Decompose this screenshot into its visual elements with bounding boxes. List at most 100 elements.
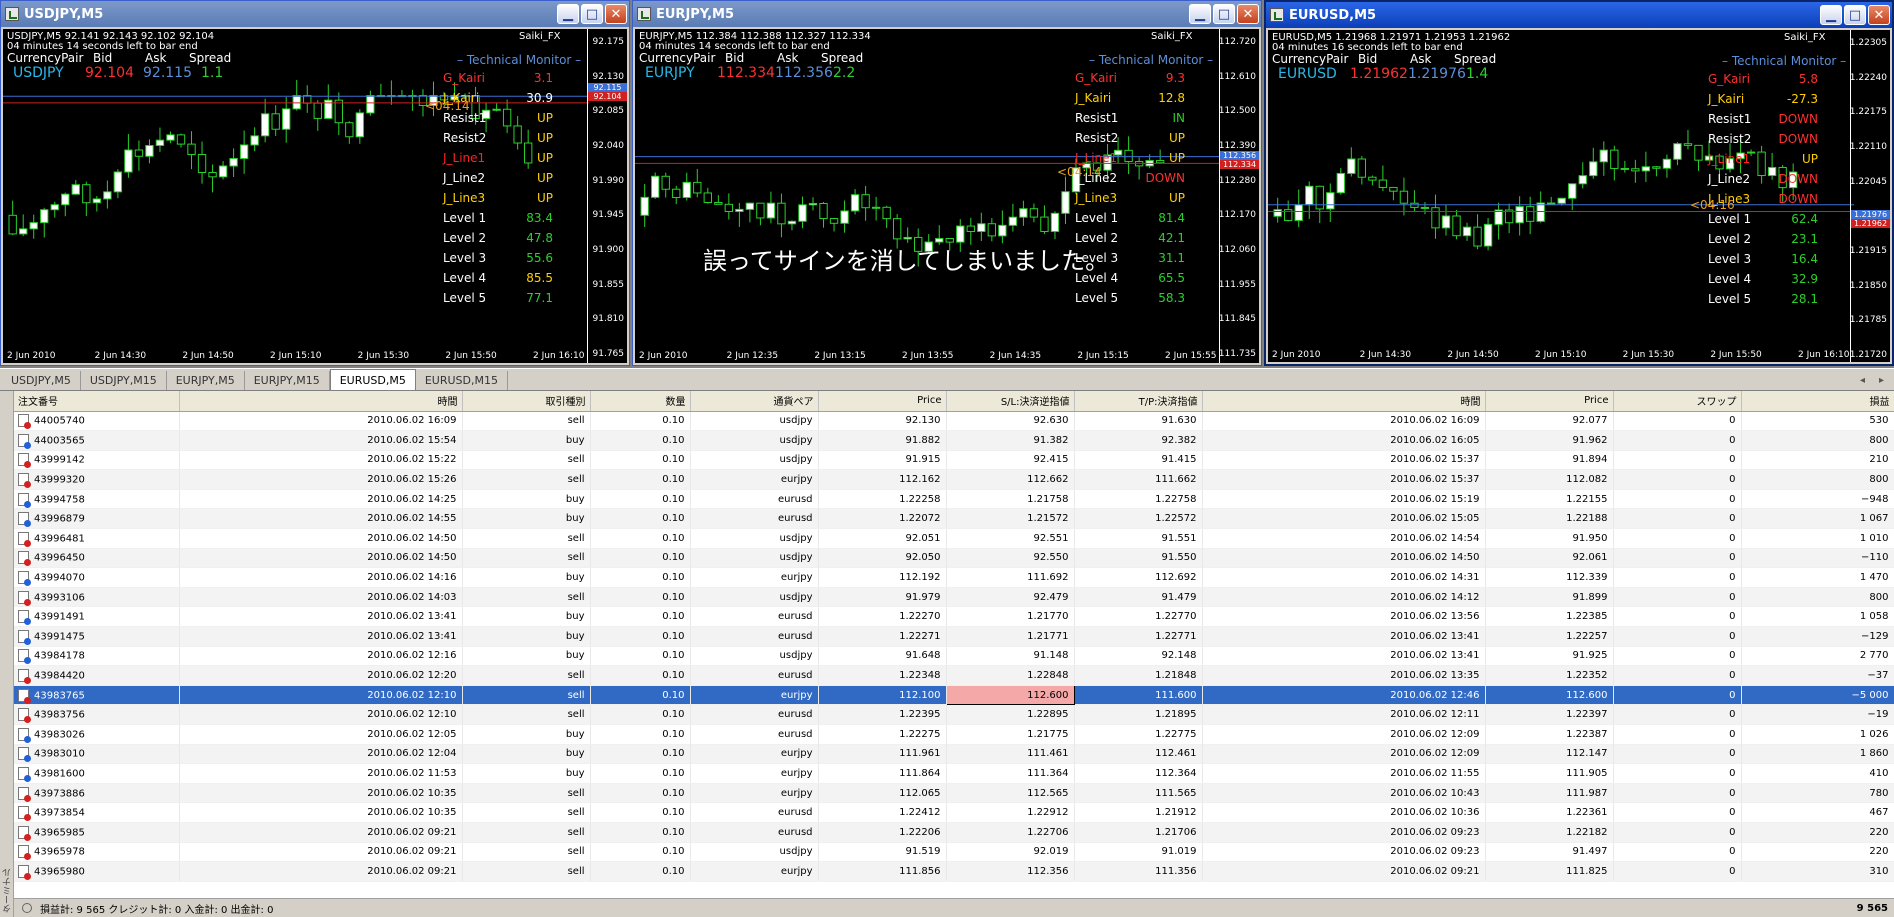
price-axis[interactable]: 112.720 112.610 112.500 112.390 112.280 112.1… — [1219, 29, 1259, 363]
monitor-value: UP — [536, 171, 553, 185]
table-row[interactable]: 43994070 2010.06.02 14:16 buy 0.10 eurjpy 112… — [14, 567, 1894, 588]
table-cell: 91.497 — [1485, 842, 1614, 863]
tab-scroll-left-icon[interactable]: ◂ — [1860, 375, 1865, 386]
table-cell: 91.925 — [1485, 646, 1614, 667]
order-number: 44005740 — [34, 415, 85, 427]
candle-body — [1568, 183, 1577, 199]
tab-eurusd-m15[interactable]: EURUSD,M15 — [416, 371, 508, 390]
table-cell: 1.21572 — [946, 508, 1075, 530]
quote-pair: EURJPY — [645, 65, 695, 81]
column-header[interactable]: 取引種別 — [462, 391, 591, 412]
table-row[interactable]: 43983765 2010.06.02 12:10 sell 0.10 eurjpy 11… — [14, 684, 1894, 706]
table-row[interactable]: 43991491 2010.06.02 13:41 buy 0.10 eurusd 1.2… — [14, 606, 1894, 628]
column-header[interactable]: S/L:決済逆指値 — [946, 391, 1075, 412]
chart-window-w3[interactable]: EURUSD,M5 ▁ □ ✕ EURUSD,M5 1.21968 1.21971 1.… — [1264, 0, 1894, 366]
terminal-side-strip[interactable]: ターミナル — [0, 391, 14, 917]
column-header[interactable]: Price — [818, 391, 947, 412]
monitor-label: Level 3 — [443, 251, 487, 265]
column-header[interactable]: T/P:決済指値 — [1074, 391, 1203, 412]
order-number: 43973854 — [34, 807, 85, 819]
maximize-button[interactable]: □ — [581, 4, 603, 24]
table-row[interactable]: 43999142 2010.06.02 15:22 sell 0.10 usdjpy 91… — [14, 450, 1894, 471]
tab-eurjpy-m15[interactable]: EURJPY,M15 — [245, 371, 330, 390]
tab-eurjpy-m5[interactable]: EURJPY,M5 — [167, 371, 245, 390]
table-row[interactable]: 43996879 2010.06.02 14:55 buy 0.10 eurusd 1.2… — [14, 508, 1894, 530]
table-row[interactable]: 43996450 2010.06.02 14:50 sell 0.10 usdjpy 92… — [14, 548, 1894, 569]
table-cell: 44003565 — [14, 430, 180, 451]
column-header[interactable]: 通貨ペア — [690, 391, 819, 412]
price-tick-label: 111.735 — [1218, 349, 1256, 359]
order-number: 43993106 — [34, 592, 85, 604]
candle-body — [282, 108, 291, 130]
minimize-button[interactable]: ▁ — [1820, 5, 1842, 25]
price-tick-label: 92.175 — [592, 37, 625, 47]
quote-bid: 1.21962 — [1350, 66, 1408, 82]
table-cell: sell — [462, 528, 591, 549]
table-row[interactable]: 43991475 2010.06.02 13:41 buy 0.10 eurusd 1.2… — [14, 626, 1894, 647]
time-tick-label: 2 Jun 13:15 — [814, 351, 866, 361]
table-cell: 112.065 — [818, 783, 947, 804]
maximize-button[interactable]: □ — [1844, 5, 1866, 25]
price-tick-label: 1.22305 — [1849, 38, 1887, 48]
tab-usdjpy-m5[interactable]: USDJPY,M5 — [2, 371, 81, 390]
close-button[interactable]: ✕ — [605, 4, 627, 24]
order-buy-icon — [18, 571, 31, 587]
table-cell: 1.22072 — [818, 508, 947, 530]
table-cell: 0.10 — [590, 469, 691, 490]
window-titlebar[interactable]: EURJPY,M5 ▁ □ ✕ — [633, 1, 1261, 27]
price-chart[interactable]: EURJPY,M5 112.384 112.388 112.327 112.33… — [635, 29, 1259, 363]
table-row[interactable]: 43994758 2010.06.02 14:25 buy 0.10 eurusd 1.2… — [14, 489, 1894, 510]
table-row[interactable]: 43983026 2010.06.02 12:05 buy 0.10 eurusd 1.2… — [14, 724, 1894, 745]
chart-window-w2[interactable]: EURJPY,M5 ▁ □ ✕ EURJPY,M5 112.384 112.388 11… — [632, 0, 1262, 366]
tab-usdjpy-m15[interactable]: USDJPY,M15 — [81, 371, 167, 390]
column-header[interactable]: 注文番号 — [14, 391, 180, 412]
price-chart[interactable]: EURUSD,M5 1.21968 1.21971 1.21953 1.2196… — [1268, 30, 1890, 362]
table-row[interactable]: 43984178 2010.06.02 12:16 buy 0.10 usdjpy 91.… — [14, 646, 1894, 667]
tab-scroll-right-icon[interactable]: ▸ — [1879, 375, 1884, 386]
table-cell: 310 — [1741, 861, 1894, 882]
table-cell: 2010.06.02 12:10 — [179, 685, 463, 706]
monitor-value: UP — [536, 151, 553, 165]
column-header[interactable]: Price — [1485, 391, 1614, 412]
table-row[interactable]: 43965985 2010.06.02 09:21 sell 0.10 eurusd 1.… — [14, 822, 1894, 843]
table-cell: 1.21758 — [946, 489, 1075, 510]
table-cell: 111.461 — [946, 744, 1075, 765]
table-cell: 43996481 — [14, 528, 180, 549]
table-cell: 2010.06.02 09:21 — [179, 861, 463, 882]
monitor-value: UP — [1168, 191, 1185, 205]
column-header[interactable]: 時間 — [1202, 391, 1486, 412]
table-row[interactable]: 43965978 2010.06.02 09:21 sell 0.10 usdjpy 91… — [14, 842, 1894, 863]
table-row[interactable]: 43999320 2010.06.02 15:26 sell 0.10 eurjpy 11… — [14, 469, 1894, 490]
table-row[interactable]: 43996481 2010.06.02 14:50 sell 0.10 usdjpy 92… — [14, 528, 1894, 549]
table-row[interactable]: 44005740 2010.06.02 16:09 sell 0.10 usdjpy 92… — [14, 411, 1894, 432]
column-header[interactable]: 数量 — [590, 391, 691, 412]
table-row[interactable]: 43983756 2010.06.02 12:10 sell 0.10 eurusd 1.… — [14, 704, 1894, 725]
table-row[interactable]: 43965980 2010.06.02 09:21 sell 0.10 eurjpy 11… — [14, 861, 1894, 882]
table-row[interactable]: 43983010 2010.06.02 12:04 buy 0.10 eurjpy 111… — [14, 744, 1894, 765]
close-button[interactable]: ✕ — [1237, 4, 1259, 24]
order-sell-icon — [18, 590, 31, 606]
table-row[interactable]: 43981600 2010.06.02 11:53 buy 0.10 eurjpy 111… — [14, 763, 1894, 784]
table-cell: usdjpy — [690, 548, 819, 569]
price-chart[interactable]: USDJPY,M5 92.141 92.143 92.102 92.104 04 … — [3, 29, 627, 363]
window-titlebar[interactable]: EURUSD,M5 ▁ □ ✕ — [1266, 2, 1892, 28]
table-row[interactable]: 43984420 2010.06.02 12:20 sell 0.10 eurusd 1.… — [14, 665, 1894, 686]
price-axis[interactable]: 92.175 92.130 92.085 92.040 91.990 91.945 91.9… — [587, 29, 627, 363]
window-titlebar[interactable]: USDJPY,M5 ▁ □ ✕ — [1, 1, 629, 27]
table-row[interactable]: 43973886 2010.06.02 10:35 sell 0.10 eurjpy 11… — [14, 783, 1894, 804]
column-header[interactable]: 損益 — [1741, 391, 1894, 412]
maximize-button[interactable]: □ — [1213, 4, 1235, 24]
table-row[interactable]: 43973854 2010.06.02 10:35 sell 0.10 eurusd 1.… — [14, 802, 1894, 823]
column-header[interactable]: 時間 — [179, 391, 463, 412]
minimize-button[interactable]: ▁ — [557, 4, 579, 24]
minimize-button[interactable]: ▁ — [1189, 4, 1211, 24]
table-cell: 43983756 — [14, 704, 180, 725]
close-button[interactable]: ✕ — [1868, 5, 1890, 25]
tab-eurusd-m5[interactable]: EURUSD,M5 — [329, 369, 416, 390]
table-row[interactable]: 44003565 2010.06.02 15:54 buy 0.10 usdjpy 91.… — [14, 430, 1894, 451]
chart-window-w1[interactable]: USDJPY,M5 ▁ □ ✕ USDJPY,M5 92.141 92.143 92.1… — [0, 0, 630, 366]
price-axis[interactable]: 1.22305 1.22240 1.22175 1.22110 1.22045 1.219… — [1850, 30, 1890, 362]
table-row[interactable]: 43993106 2010.06.02 14:03 sell 0.10 usdjpy 91… — [14, 587, 1894, 608]
column-header[interactable]: スワップ — [1613, 391, 1742, 412]
table-cell: eurusd — [690, 802, 819, 823]
